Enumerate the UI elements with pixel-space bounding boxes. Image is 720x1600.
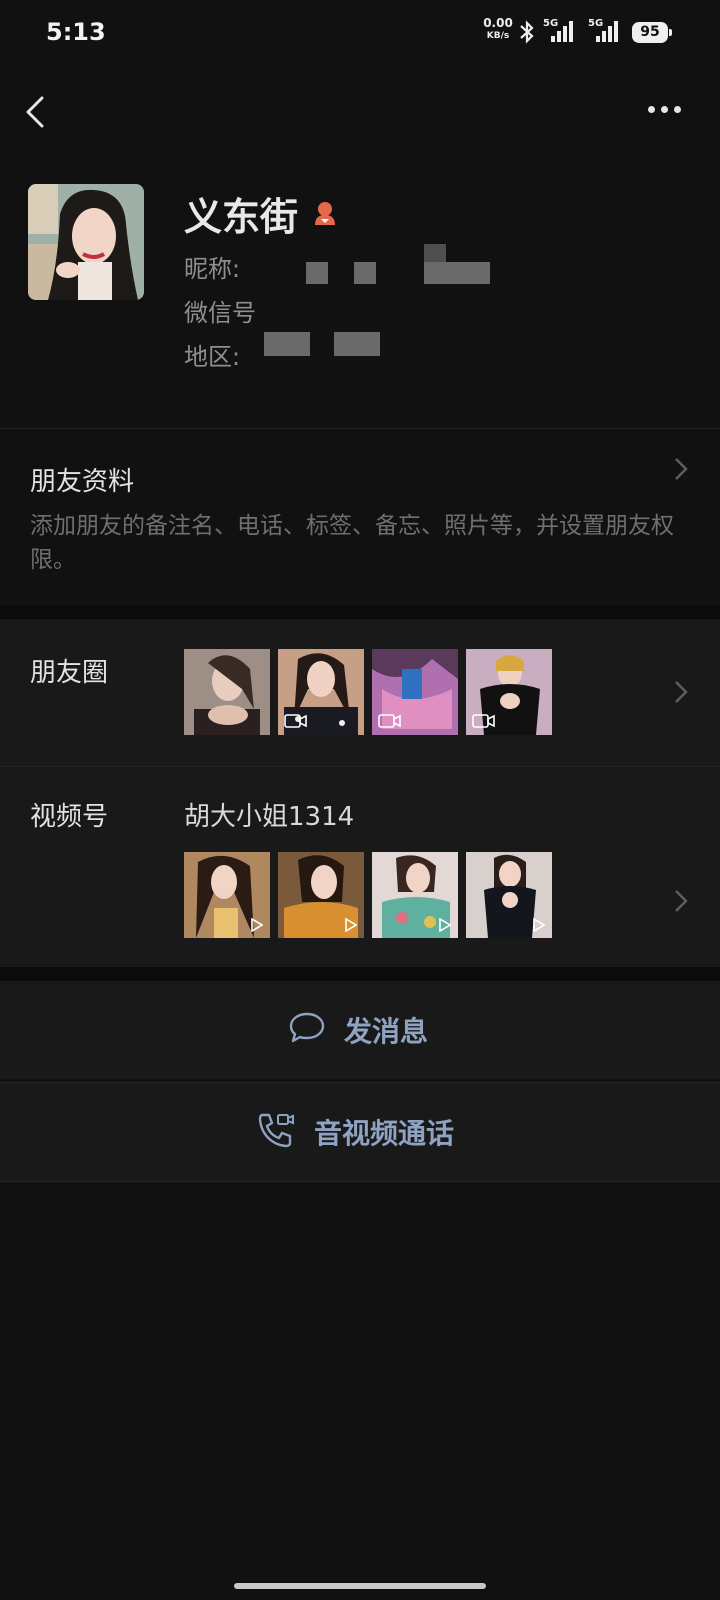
send-message-button[interactable]: 发消息 xyxy=(0,981,720,1079)
channels-thumbnail xyxy=(372,852,458,938)
signal1-label: 5G xyxy=(543,18,559,29)
battery-indicator: 95 xyxy=(632,22,672,43)
friend-info-description: 添加朋友的备注名、电话、标签、备忘、照片等，并设置朋友权限。 xyxy=(30,513,674,573)
voice-video-call-button[interactable]: 音视频通话 xyxy=(0,1083,720,1181)
section-gap xyxy=(0,967,720,981)
voice-video-call-label: 音视频通话 xyxy=(314,1117,455,1150)
signal-icon-sim1: 5G xyxy=(543,18,575,44)
network-speed-value: 0.00 xyxy=(483,16,513,30)
status-time: 5:13 xyxy=(46,18,106,46)
region-redaction xyxy=(264,332,310,356)
more-dot-icon xyxy=(661,106,668,113)
play-icon xyxy=(251,918,263,932)
signal2-label: 5G xyxy=(588,18,604,29)
divider xyxy=(0,1181,720,1182)
bluetooth-icon xyxy=(518,20,536,48)
home-indicator[interactable] xyxy=(234,1583,486,1589)
status-bar: 5:13 0.00 KB/s 5G 5G 95 xyxy=(0,0,720,64)
region-redaction xyxy=(334,332,380,356)
moments-label: 朋友圈 xyxy=(30,658,109,688)
female-gender-icon xyxy=(311,199,339,227)
channels-thumbnail xyxy=(466,852,552,938)
section-gap xyxy=(0,605,720,619)
play-icon xyxy=(345,918,357,932)
network-speed: 0.00 KB/s xyxy=(480,17,516,42)
chat-bubble-icon xyxy=(288,1011,326,1049)
moments-thumbnail xyxy=(184,649,270,735)
play-icon xyxy=(533,918,545,932)
back-arrow-icon xyxy=(26,96,44,128)
moments-thumbnail xyxy=(278,649,364,735)
video-camera-icon xyxy=(378,713,402,729)
phone-video-icon xyxy=(256,1111,296,1153)
moments-thumbnail xyxy=(466,649,552,735)
more-options-button[interactable] xyxy=(648,98,688,117)
send-message-label: 发消息 xyxy=(344,1015,429,1048)
friend-info-title: 朋友资料 xyxy=(30,467,135,497)
channels-thumbnail xyxy=(184,852,270,938)
channel-name: 胡大小姐1314 xyxy=(184,802,355,832)
signal-icon-sim2: 5G xyxy=(588,18,620,44)
more-dot-icon xyxy=(648,106,655,113)
nickname-redaction xyxy=(424,262,490,284)
more-dot-icon xyxy=(674,106,681,113)
profile-name: 义东街 xyxy=(184,195,299,239)
chevron-right-icon xyxy=(673,456,689,482)
back-button[interactable] xyxy=(20,90,56,134)
region-label: 地区: xyxy=(184,343,241,371)
avatar[interactable] xyxy=(28,184,144,300)
nickname-label: 昵称: xyxy=(184,255,241,283)
nickname-redaction xyxy=(306,262,328,284)
nickname-redaction xyxy=(424,244,446,262)
nickname-redaction xyxy=(354,262,376,284)
chevron-right-icon xyxy=(673,679,689,705)
video-camera-icon xyxy=(284,713,308,729)
chevron-right-icon xyxy=(673,888,689,914)
wechat-id-label: 微信号 xyxy=(184,299,256,327)
channels-thumbnail xyxy=(278,852,364,938)
network-speed-unit: KB/s xyxy=(486,31,510,41)
channels-label: 视频号 xyxy=(30,802,109,832)
video-camera-icon xyxy=(472,713,496,729)
play-icon xyxy=(439,918,451,932)
moments-thumbnail xyxy=(372,649,458,735)
